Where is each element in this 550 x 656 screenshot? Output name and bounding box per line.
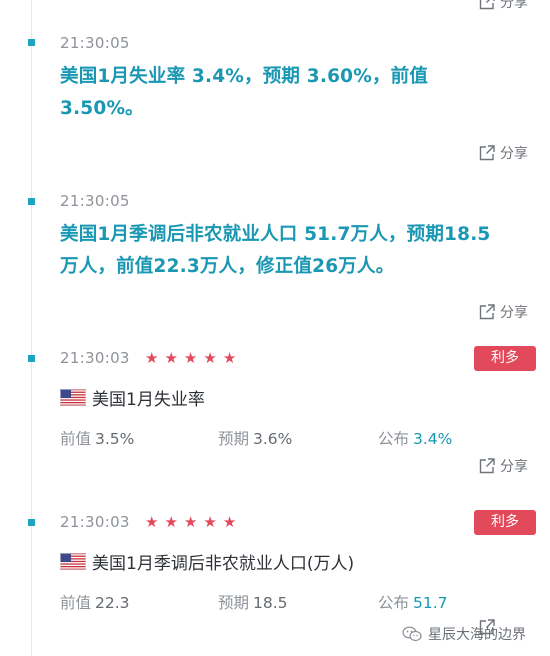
share-button[interactable]: 分享 xyxy=(478,456,528,476)
published-value: 公布 51.7 xyxy=(378,591,448,613)
share-icon xyxy=(479,0,495,10)
item-time: 21:30:03 xyxy=(60,513,130,531)
star-icon: ★ xyxy=(203,513,217,531)
prev-label: 前值 xyxy=(60,594,92,612)
news-feed: 分享 21:30:05 美国1月失业率 3.4%，预期 3.60%，前值 3.5… xyxy=(0,0,550,656)
star-icon: ★ xyxy=(145,513,159,531)
published-value: 公布 3.4% xyxy=(378,427,452,449)
star-icon: ★ xyxy=(203,349,217,367)
importance-stars: ★ ★ ★ ★ ★ xyxy=(145,349,236,367)
share-icon xyxy=(479,304,495,320)
star-icon: ★ xyxy=(222,513,237,531)
watermark-text: 星辰大海的边界 xyxy=(428,627,526,643)
expected-number: 18.5 xyxy=(253,594,288,612)
timeline-dot xyxy=(28,39,35,46)
headline-line: 3.50%。 xyxy=(60,98,144,119)
headline-line: 万人，前值22.3万人，修正值26万人。 xyxy=(60,256,395,277)
wechat-icon xyxy=(402,626,422,642)
published-number: 3.4% xyxy=(413,430,453,448)
prev-number: 3.5% xyxy=(95,430,135,448)
importance-stars: ★ ★ ★ ★ ★ xyxy=(145,513,236,531)
share-button[interactable]: 分享 xyxy=(478,0,528,12)
indicator-name: 美国1月失业率 xyxy=(92,390,205,410)
prev-number: 22.3 xyxy=(95,594,130,612)
published-number: 51.7 xyxy=(413,594,448,612)
timeline-line xyxy=(31,0,32,656)
share-label: 分享 xyxy=(500,0,528,11)
star-icon: ★ xyxy=(164,513,178,531)
item-headline[interactable]: 美国1月失业率 3.4%，预期 3.60%，前值 3.50%。 xyxy=(60,61,530,125)
expected-number: 3.6% xyxy=(253,430,293,448)
share-label: 分享 xyxy=(500,459,528,475)
indicator-name: 美国1月季调后非农就业人口(万人) xyxy=(92,554,355,574)
share-icon xyxy=(479,145,495,161)
published-label: 公布 xyxy=(378,594,410,612)
star-icon: ★ xyxy=(183,349,198,367)
expected-label: 预期 xyxy=(218,594,250,612)
impact-badge: 利多 xyxy=(474,346,536,371)
item-headline[interactable]: 美国1月季调后非农就业人口 51.7万人，预期18.5 万人，前值22.3万人，… xyxy=(60,219,530,283)
share-icon xyxy=(479,458,495,474)
prev-value: 前值 3.5% xyxy=(60,427,134,449)
timeline-dot xyxy=(28,355,35,362)
us-flag-icon xyxy=(60,553,86,570)
item-time: 21:30:05 xyxy=(60,34,130,52)
share-button[interactable]: 分享 xyxy=(478,302,528,322)
prev-label: 前值 xyxy=(60,430,92,448)
expected-value: 预期 18.5 xyxy=(218,591,288,613)
headline-line: 美国1月季调后非农就业人口 51.7万人，预期18.5 xyxy=(60,224,491,245)
headline-line: 美国1月失业率 3.4%，预期 3.60%，前值 xyxy=(60,66,429,87)
item-time: 21:30:03 xyxy=(60,349,130,367)
published-label: 公布 xyxy=(378,430,410,448)
timeline-dot xyxy=(28,198,35,205)
prev-value: 前值 22.3 xyxy=(60,591,130,613)
expected-value: 预期 3.6% xyxy=(218,427,292,449)
impact-badge: 利多 xyxy=(474,510,536,535)
indicator-row[interactable]: 美国1月季调后非农就业人口(万人) xyxy=(60,549,354,574)
us-flag-icon xyxy=(60,389,86,406)
expected-label: 预期 xyxy=(218,430,250,448)
item-time: 21:30:05 xyxy=(60,192,130,210)
share-label: 分享 xyxy=(500,305,528,321)
share-button[interactable]: 分享 xyxy=(478,143,528,163)
star-icon: ★ xyxy=(183,513,198,531)
timeline-dot xyxy=(28,519,35,526)
indicator-row[interactable]: 美国1月失业率 xyxy=(60,385,205,410)
star-icon: ★ xyxy=(145,349,159,367)
star-icon: ★ xyxy=(222,349,237,367)
star-icon: ★ xyxy=(164,349,178,367)
share-label: 分享 xyxy=(500,146,528,162)
watermark: 星辰大海的边界 xyxy=(402,624,526,644)
